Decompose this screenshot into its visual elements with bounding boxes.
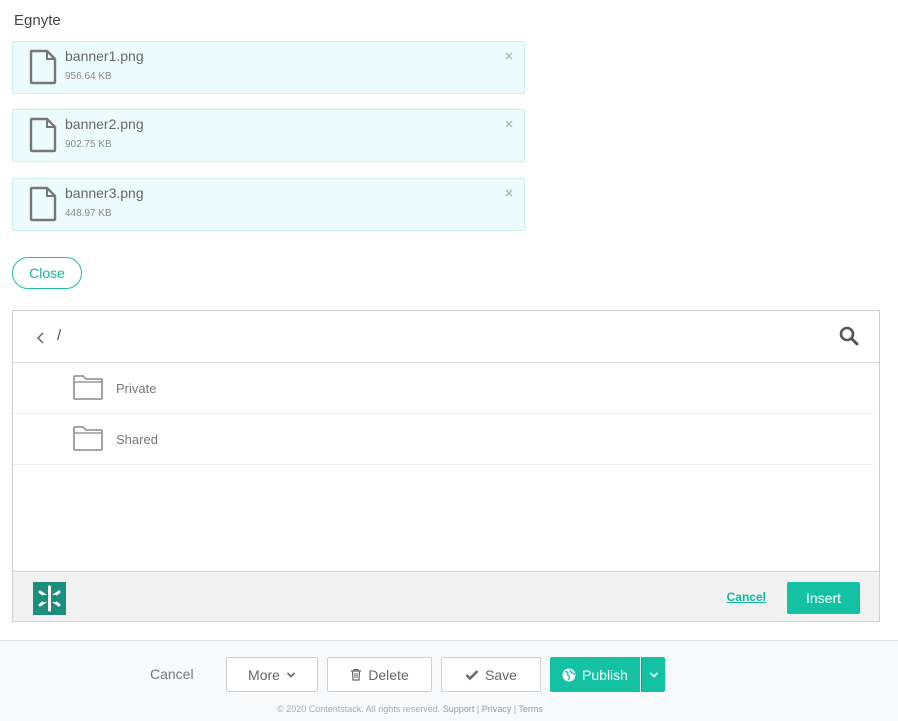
trash-icon [351,668,362,681]
cancel-button[interactable]: Cancel [150,666,194,682]
close-button[interactable]: Close [12,257,82,289]
globe-icon [562,668,576,681]
folder-row[interactable]: Private [13,363,873,414]
separator: | [513,704,517,714]
close-icon[interactable] [503,118,515,130]
publish-button[interactable]: Publish [550,657,640,692]
more-button[interactable]: More [226,657,318,692]
copyright-text: © 2020 Contentstack. All rights reserved… [277,704,441,714]
separator: | [476,704,480,714]
file-size: 448.97 KB [65,208,112,219]
browser-cancel-link[interactable]: Cancel [727,590,766,604]
publish-label: Publish [582,666,628,683]
egnyte-logo-icon [33,582,66,615]
file-name: banner2.png [65,116,144,132]
copyright-line: © 2020 Contentstack. All rights reserved… [0,704,820,714]
egnyte-file-browser: / Private Shared Cancel Insert [12,310,880,622]
file-icon [29,49,57,85]
chevron-left-icon[interactable] [35,331,47,345]
chevron-down-icon [286,671,296,678]
file-card: banner1.png 956.64 KB [12,41,525,94]
check-icon [465,669,479,680]
save-button[interactable]: Save [441,657,541,692]
file-size: 956.64 KB [65,71,112,82]
close-icon[interactable] [503,187,515,199]
browser-header: / [13,311,879,363]
file-size: 902.75 KB [65,139,112,150]
chevron-down-icon [649,671,658,678]
folder-icon [73,375,103,400]
insert-button[interactable]: Insert [787,582,860,614]
support-link[interactable]: Support [443,704,475,714]
browser-footer: Cancel Insert [13,571,879,621]
action-bar: Cancel More Delete Save Publish © 2020 C… [0,640,898,721]
save-label: Save [485,666,517,683]
publish-menu-toggle[interactable] [641,657,665,692]
entry-editor: Egnyte banner1.png 956.64 KB banner2.png… [0,0,898,721]
close-icon[interactable] [503,50,515,62]
field-label: Egnyte [14,12,61,29]
file-icon [29,117,57,153]
file-name: banner3.png [65,185,144,201]
search-icon[interactable] [839,326,859,346]
more-label: More [248,666,280,683]
privacy-link[interactable]: Privacy [482,704,512,714]
folder-label: Shared [116,432,158,447]
file-card: banner2.png 902.75 KB [12,109,525,162]
folder-label: Private [116,381,157,396]
current-path: / [57,327,62,344]
file-card: banner3.png 448.97 KB [12,178,525,231]
delete-button[interactable]: Delete [327,657,432,692]
delete-label: Delete [368,666,409,683]
folder-icon [73,426,103,451]
terms-link[interactable]: Terms [518,704,543,714]
folder-row[interactable]: Shared [13,414,873,465]
file-name: banner1.png [65,48,144,64]
file-icon [29,186,57,222]
